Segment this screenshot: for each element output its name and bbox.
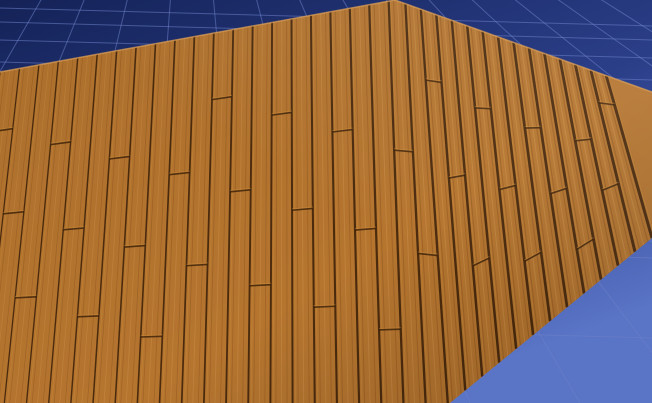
3d-viewport[interactable] (0, 0, 652, 403)
scene-canvas[interactable] (0, 0, 652, 403)
